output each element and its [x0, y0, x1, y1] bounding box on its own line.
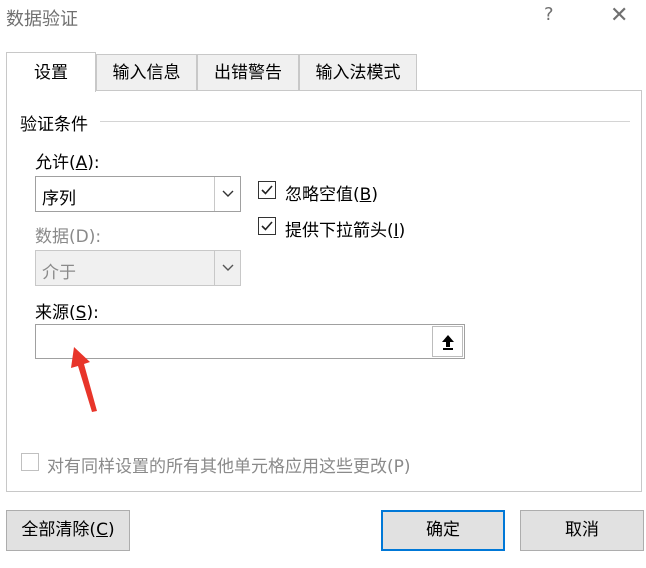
in-cell-dropdown-label: 提供下拉箭头(I) [285, 221, 406, 241]
group-divider [100, 121, 630, 122]
data-select[interactable]: 介于 [35, 250, 241, 286]
settings-panel [6, 90, 642, 492]
tab-input-message-label: 输入信息 [112, 63, 181, 83]
source-label: 来源(S): [35, 303, 99, 323]
tab-settings[interactable]: 设置 [6, 52, 96, 92]
collapse-arrow-icon [441, 334, 454, 350]
allow-label: 允许(A): [35, 153, 100, 173]
dialog-title: 数据验证 [6, 9, 78, 30]
ignore-blank-label: 忽略空值(B) [285, 185, 378, 205]
validation-criteria-label: 验证条件 [20, 110, 94, 135]
checkmark-icon [261, 221, 273, 231]
ok-button[interactable]: 确定 [381, 510, 505, 551]
tab-error-alert-label: 出错警告 [214, 63, 282, 83]
help-button[interactable]: ? [544, 4, 554, 25]
ignore-blank-checkbox[interactable] [258, 181, 276, 199]
tab-input-message[interactable]: 输入信息 [96, 54, 197, 90]
annotation-arrow-icon [71, 347, 97, 412]
tab-settings-label: 设置 [34, 63, 68, 83]
data-validation-dialog: 数据验证 ? ✕ 设置 输入信息 出错警告 输入法模式 验证条件 允许(A): … [0, 0, 646, 568]
tab-ime-mode[interactable]: 输入法模式 [299, 54, 417, 90]
cancel-button[interactable]: 取消 [520, 510, 644, 551]
allow-select-value: 序列 [42, 189, 76, 209]
apply-to-all-label: 对有同样设置的所有其他单元格应用这些更改(P) [47, 457, 411, 477]
clear-all-button[interactable]: 全部清除(C) [6, 510, 130, 551]
close-button[interactable]: ✕ [610, 3, 628, 28]
chevron-down-icon [214, 177, 240, 211]
chevron-down-icon [214, 251, 240, 285]
in-cell-dropdown-checkbox[interactable] [258, 217, 276, 235]
checkmark-icon [261, 185, 273, 195]
tab-error-alert[interactable]: 出错警告 [197, 54, 299, 90]
tab-ime-mode-label: 输入法模式 [315, 63, 401, 83]
data-label: 数据(D): [35, 227, 102, 247]
allow-select[interactable]: 序列 [35, 176, 241, 212]
data-select-value: 介于 [42, 263, 76, 283]
range-select-button[interactable] [432, 326, 463, 357]
apply-to-all-checkbox[interactable] [21, 453, 39, 471]
